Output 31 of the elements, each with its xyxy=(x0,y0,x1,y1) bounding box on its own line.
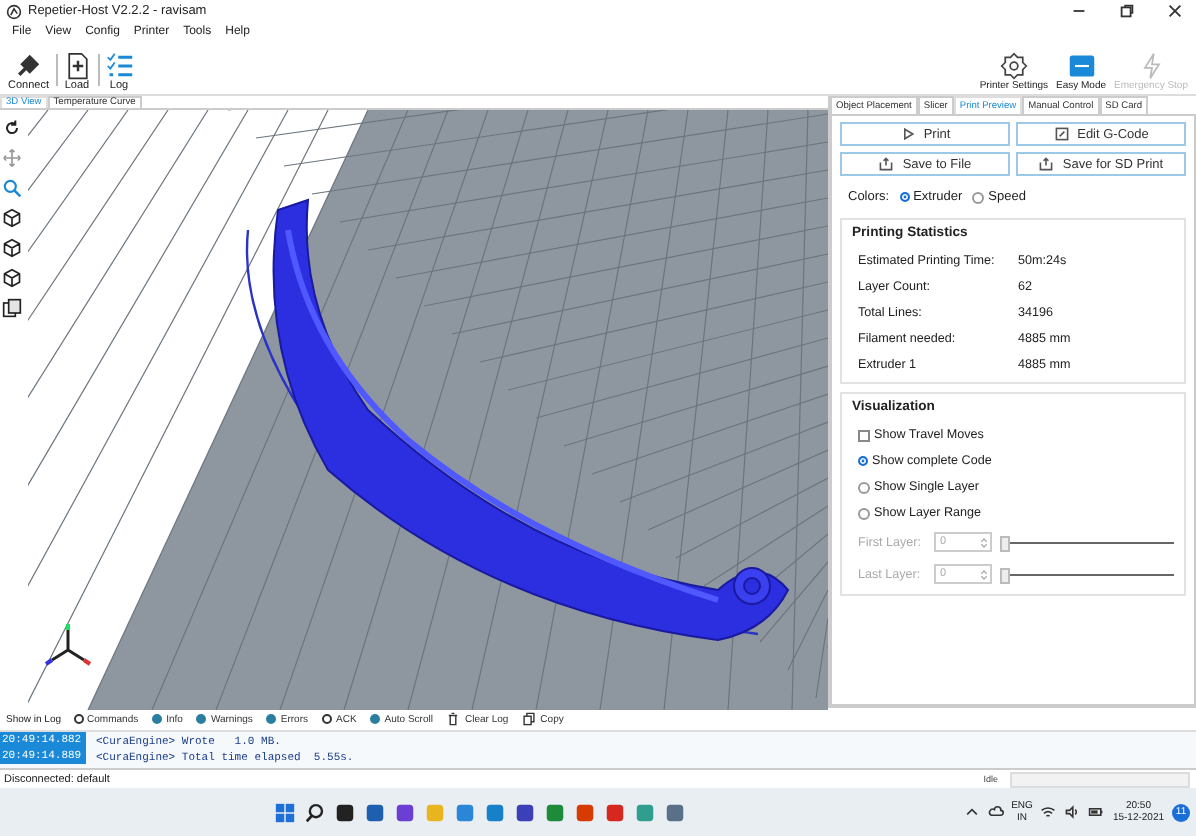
rotate-icon[interactable] xyxy=(2,118,22,138)
export-icon xyxy=(878,156,895,172)
cube-icon[interactable] xyxy=(2,238,22,258)
app-logo-icon xyxy=(6,3,22,19)
app-icon[interactable] xyxy=(514,801,537,823)
chevron-up-icon[interactable] xyxy=(963,804,980,820)
edit-icon xyxy=(1053,126,1070,142)
lightning-icon xyxy=(1137,52,1166,80)
copy-icon[interactable] xyxy=(2,298,22,318)
play-icon xyxy=(899,126,916,142)
file-add-icon xyxy=(63,52,91,80)
restore-icon[interactable] xyxy=(1118,2,1136,20)
export-icon xyxy=(1038,156,1055,172)
battery-icon[interactable] xyxy=(1088,804,1105,820)
mode-icon xyxy=(1067,52,1096,80)
move-icon[interactable] xyxy=(2,148,22,168)
checklist-icon xyxy=(105,52,133,80)
cloud-icon[interactable] xyxy=(987,804,1004,820)
windows-start-icon[interactable] xyxy=(274,801,297,823)
zoom-icon[interactable] xyxy=(2,178,22,198)
cube-icon[interactable] xyxy=(2,268,22,288)
search-icon[interactable] xyxy=(304,801,327,823)
wifi-icon[interactable] xyxy=(1040,804,1057,820)
plug-icon xyxy=(14,52,43,80)
speaker-icon[interactable] xyxy=(1064,804,1081,820)
close-icon[interactable] xyxy=(1166,2,1184,20)
cube-icon[interactable] xyxy=(2,208,22,228)
gear-icon xyxy=(999,52,1028,80)
app-icon[interactable] xyxy=(334,801,357,823)
trash-icon xyxy=(446,712,461,726)
copy-icon xyxy=(522,712,537,726)
